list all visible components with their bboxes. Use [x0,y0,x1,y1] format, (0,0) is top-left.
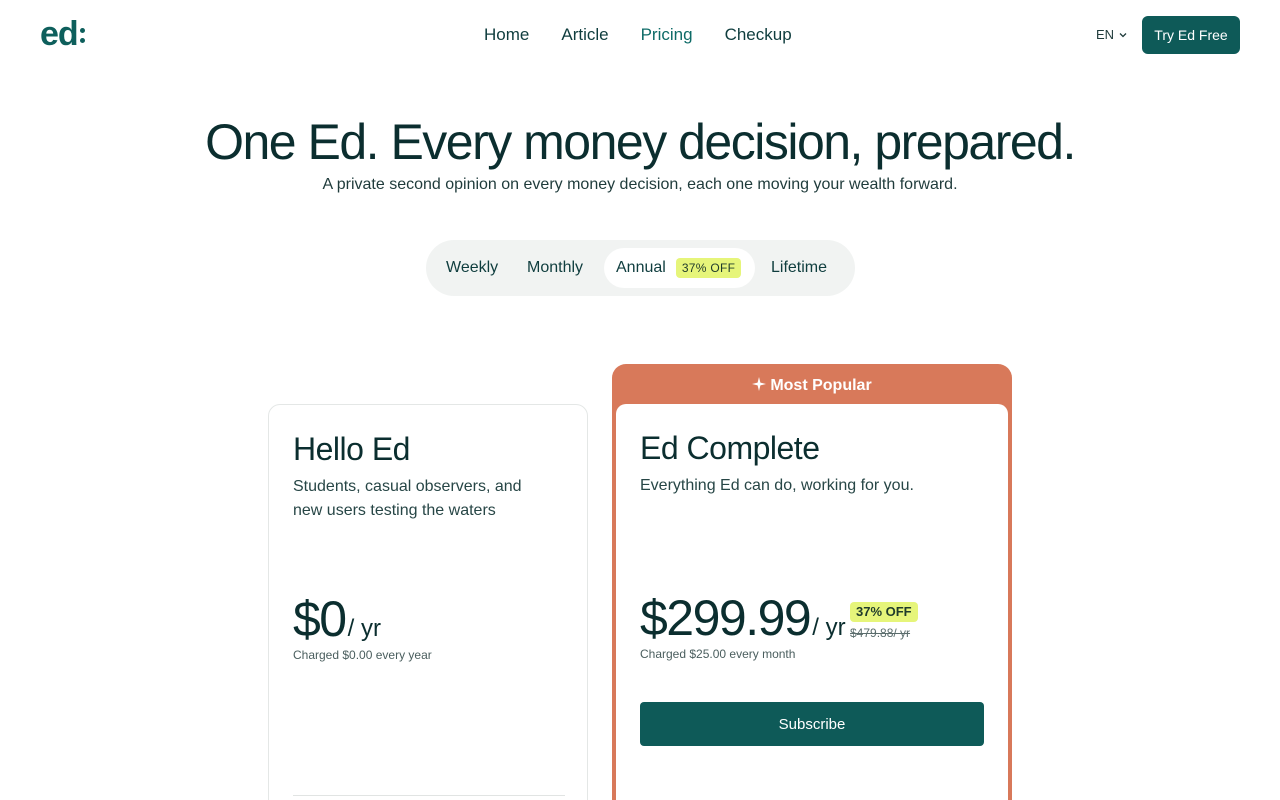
most-popular-label: Most Popular [612,376,1012,396]
language-label: EN [1096,27,1115,42]
billing-option-weekly[interactable]: Weekly [446,248,498,288]
charge-note: Charged $25.00 every month [640,647,796,661]
plan-name: Ed Complete [640,430,820,466]
sparkle-icon [752,377,767,391]
savings-info: 37% OFF $479.88/ yr [850,602,918,640]
plan-description: Students, casual observers, and new user… [293,478,522,519]
billing-option-annual[interactable]: Annual 37% OFF [604,248,755,288]
page-subtitle: A private second opinion on every money … [322,176,958,193]
page-title: One Ed. Every money decision, prepared. [205,114,1076,170]
billing-option-label: Lifetime [771,259,828,276]
plan-period: / yr [347,615,381,642]
language-selector[interactable]: EN [1096,26,1128,44]
price-row: $0 / yr [293,591,381,647]
plan-card-ed-complete: Most Popular Ed Complete Everything Ed c… [612,364,1012,800]
billing-option-label: Monthly [527,259,584,276]
plan-price: $299.99 [640,590,812,646]
logo-dots-icon [79,27,85,43]
plan-name: Hello Ed [293,431,410,467]
nav-home[interactable]: Home [484,24,529,46]
billing-option-lifetime[interactable]: Lifetime [771,248,827,288]
price-row: $299.99 / yr [640,590,846,646]
most-popular-text: Most Popular [770,377,872,394]
chevron-down-icon [1119,33,1127,38]
logo-text: ed [40,15,79,53]
nav-checkup[interactable]: Checkup [725,24,792,46]
original-price: $479.88/ yr [850,626,911,640]
billing-option-label: Annual [616,259,666,276]
nav-pricing[interactable]: Pricing [641,24,693,46]
site-header: ed Home Article Pricing Checkup EN Try E… [0,0,1280,70]
savings-badge: 37% OFF [850,602,918,622]
divider [293,795,565,796]
billing-period-toggle: Weekly Monthly Annual 37% OFF Lifetime [426,240,855,296]
ed-logo[interactable]: ed [40,16,85,52]
charge-note: Charged $0.00 every year [293,648,432,662]
try-ed-free-button[interactable]: Try Ed Free [1142,16,1240,54]
billing-option-label: Weekly [446,259,499,276]
main-nav: Home Article Pricing Checkup [484,24,792,46]
plan-period: / yr [812,614,846,641]
plan-price: $0 [293,591,347,647]
billing-option-monthly[interactable]: Monthly [527,248,583,288]
plan-description: Everything Ed can do, working for you. [640,477,914,494]
plan-card-hello-ed: Hello Ed Students, casual observers, and… [268,404,588,800]
subscribe-button[interactable]: Subscribe [640,702,984,746]
nav-article[interactable]: Article [561,24,608,46]
plan-card-body: Ed Complete Everything Ed can do, workin… [616,404,1008,800]
discount-badge: 37% OFF [675,258,742,278]
